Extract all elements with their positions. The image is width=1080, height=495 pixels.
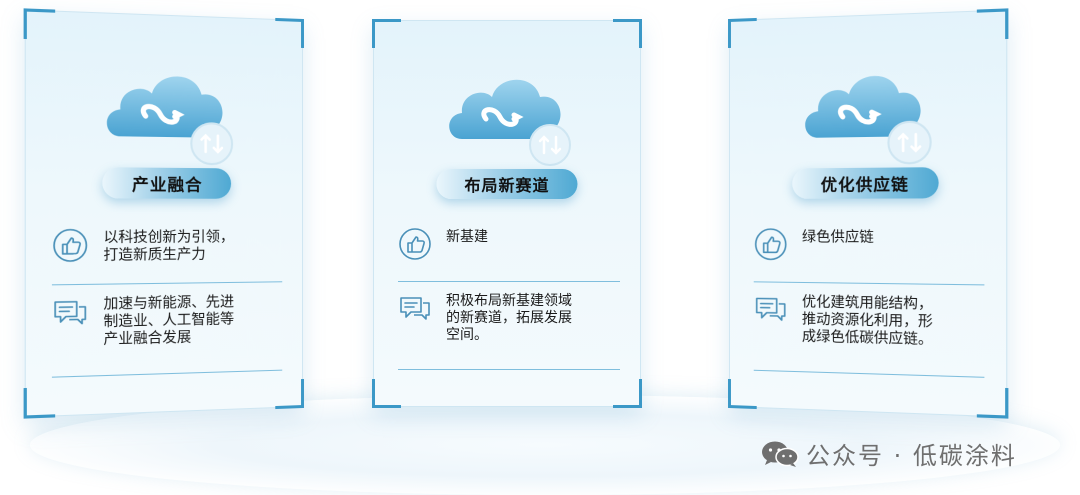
wechat-icon [760, 439, 800, 469]
card-row-highlight: 绿色供应链 [754, 227, 985, 263]
cloud-sync-icon [798, 50, 944, 166]
corner-bracket [977, 387, 1009, 419]
divider [52, 370, 282, 378]
chat-bubbles-icon [52, 294, 89, 330]
canvas: 产业融合 以科技创新为引领， 打造新质生产力 加速与新能源、先进 制造业、人工智… [0, 0, 1080, 495]
card-title-pill: 优化供应链 [792, 167, 938, 199]
cloud-sync-icon [442, 57, 582, 167]
corner-bracket [372, 19, 401, 48]
corner-bracket [728, 379, 757, 409]
card-row-text: 优化建筑用能结构， 推动资源化利用，形 成绿色低碳供应链。 [802, 292, 933, 349]
card-row-detail: 优化建筑用能结构， 推动资源化利用，形 成绿色低碳供应链。 [754, 291, 985, 350]
divider [398, 369, 620, 370]
chat-bubbles-icon [754, 291, 788, 326]
divider [52, 281, 282, 285]
card-new-track: 布局新赛道 新基建 积极布局新基建领域 的新赛道，拓展发展 空间。 [373, 20, 641, 407]
corner-bracket [977, 8, 1009, 40]
card-title-pill: 产业融合 [102, 167, 231, 199]
corner-bracket [372, 379, 401, 408]
card-supply-chain: 优化供应链 绿色供应链 优化建筑用能结构， 推动资源化利用，形 成绿色低碳供应链… [729, 9, 1007, 417]
divider [398, 281, 620, 282]
corner-bracket [613, 379, 642, 408]
card-row-text: 新基建 [446, 227, 488, 246]
corner-bracket [24, 387, 56, 419]
divider [754, 370, 985, 378]
thumbs-up-icon [754, 227, 788, 261]
card-row-text: 绿色供应链 [802, 227, 874, 247]
thumbs-up-icon [52, 228, 89, 264]
card-row-detail: 加速与新能源、先进 制造业、人工智能等 产业融合发展 [52, 291, 282, 350]
divider [754, 281, 985, 285]
corner-bracket [275, 18, 304, 48]
corner-bracket [728, 18, 757, 48]
card-industry-integration: 产业融合 以科技创新为引领， 打造新质生产力 加速与新能源、先进 制造业、人工智… [25, 9, 303, 417]
card-title-pill: 布局新赛道 [436, 169, 577, 199]
corner-bracket [275, 379, 304, 409]
card-title: 优化供应链 [821, 171, 909, 196]
card-row-text: 加速与新能源、先进 制造业、人工智能等 产业融合发展 [103, 292, 234, 349]
corner-bracket [613, 19, 642, 48]
watermark: 公众号 · 低碳涂料 [760, 436, 1017, 471]
chat-bubbles-icon [398, 291, 432, 325]
card-row-highlight: 以科技创新为引领， 打造新质生产力 [52, 227, 282, 265]
card-row-text: 积极布局新基建领域 的新赛道，拓展发展 空间。 [446, 291, 572, 344]
corner-bracket [24, 8, 56, 40]
card-row-text: 以科技创新为引领， 打造新质生产力 [103, 227, 234, 265]
card-title: 布局新赛道 [464, 172, 549, 196]
cloud-sync-icon [99, 51, 244, 167]
card-title: 产业融合 [132, 171, 203, 196]
thumbs-up-icon [398, 227, 432, 261]
watermark-text: 公众号 · 低碳涂料 [806, 436, 1017, 471]
card-row-detail: 积极布局新基建领域 的新赛道，拓展发展 空间。 [398, 291, 620, 344]
card-row-highlight: 新基建 [398, 227, 620, 261]
